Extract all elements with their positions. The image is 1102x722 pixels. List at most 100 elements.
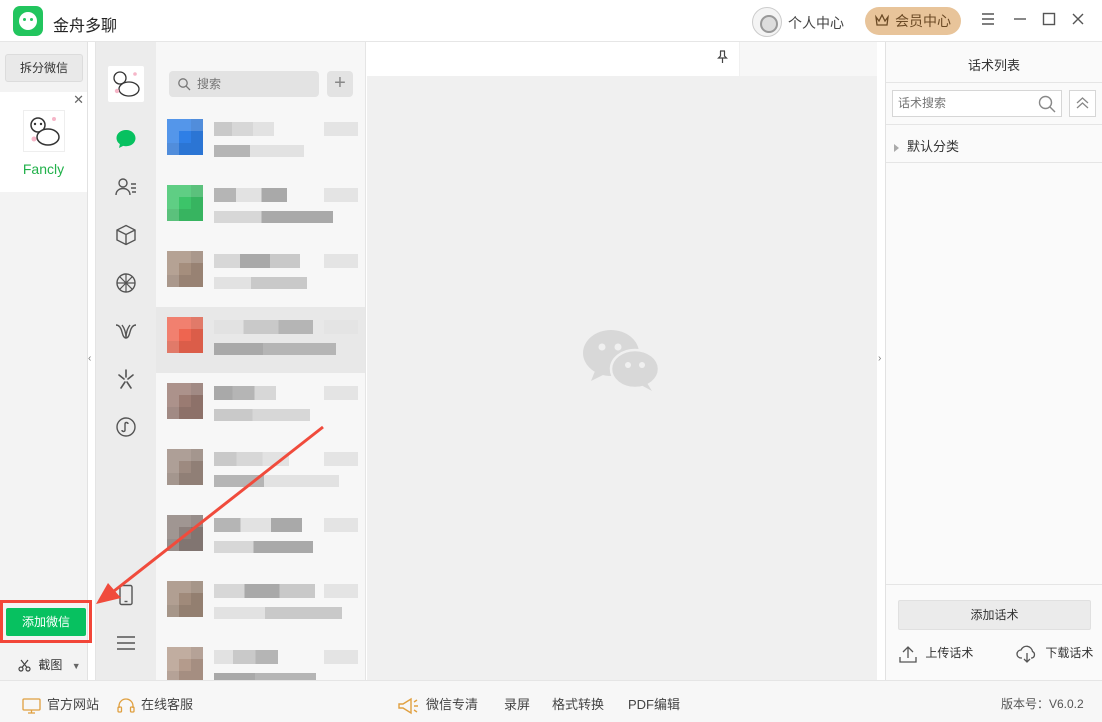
chat-name-blurred (214, 584, 315, 598)
account-avatar (23, 110, 65, 152)
moments-icon[interactable] (114, 271, 138, 295)
pin-icon[interactable] (717, 50, 728, 66)
record-link[interactable]: 录屏 (504, 694, 530, 713)
chat-list-item[interactable] (156, 241, 365, 307)
chat-time-blurred (324, 650, 358, 664)
chevron-down-icon[interactable]: ▼ (72, 661, 81, 671)
chat-name-blurred (214, 452, 289, 466)
account-sidebar: 拆分微信 ✕ Fancly 添加微信 截图 ▼ (0, 42, 92, 680)
more-menu-icon[interactable] (114, 631, 138, 655)
contacts-icon[interactable] (114, 175, 138, 199)
chat-list-item[interactable] (156, 373, 365, 439)
chat-preview-blurred (214, 673, 316, 680)
search-input[interactable] (197, 75, 312, 93)
online-service-link[interactable]: 在线客服 (117, 694, 193, 714)
wechat-clean-link[interactable]: 微信专清 (396, 694, 478, 715)
download-script-button[interactable]: 下载话术 (1016, 644, 1093, 663)
chat-preview-blurred (214, 607, 342, 619)
script-list-title: 话术列表 (967, 58, 1020, 73)
upload-script-label: 上传话术 (925, 646, 974, 660)
search-icon[interactable] (1038, 95, 1056, 113)
collapse-right-handle[interactable]: › (878, 353, 881, 364)
divider (886, 162, 1102, 163)
chat-list-item[interactable] (156, 439, 365, 505)
collapse-left-handle[interactable]: ‹ (88, 353, 91, 364)
split-wechat-button[interactable]: 拆分微信 (5, 54, 83, 82)
megaphone-icon (398, 697, 418, 714)
chat-preview-blurred (214, 343, 336, 355)
chat-avatar (167, 383, 203, 419)
chat-time-blurred (324, 452, 358, 466)
chat-preview-blurred (214, 475, 339, 487)
version-label: 版本号：V6.0.2 (1001, 697, 1084, 711)
chat-name-blurred (214, 122, 274, 136)
chat-preview-blurred (214, 541, 313, 553)
status-bar: 官方网站 在线客服 微信专清 录屏 格式转换 PDF编辑 版本号：V6.0.2 (0, 680, 1102, 722)
chat-list-item[interactable] (156, 505, 365, 571)
add-chat-button[interactable]: + (327, 71, 353, 97)
upload-icon (899, 645, 917, 663)
add-wechat-highlight: 添加微信 (0, 600, 92, 643)
maximize-icon[interactable] (1040, 12, 1058, 30)
discover-icon[interactable] (114, 367, 138, 391)
screenshot-button[interactable]: 截图 ▼ (18, 656, 81, 673)
personal-center-link[interactable]: 个人中心 (788, 13, 844, 33)
chat-list-item[interactable] (156, 175, 365, 241)
phone-icon[interactable] (114, 583, 138, 607)
chat-time-blurred (324, 386, 358, 400)
chat-avatar (167, 515, 203, 551)
chat-avatar (167, 185, 203, 221)
chat-avatar (167, 581, 203, 617)
user-avatar[interactable] (752, 7, 782, 37)
chat-preview-blurred (214, 409, 310, 421)
chat-list-item[interactable] (156, 571, 365, 637)
divider (886, 124, 1102, 125)
chat-name-blurred (214, 254, 300, 268)
chat-name-blurred (214, 518, 302, 532)
scissors-icon (18, 659, 31, 672)
search-box[interactable] (169, 71, 319, 97)
chat-list-item[interactable] (156, 109, 365, 175)
chat-list-item[interactable] (156, 637, 365, 680)
add-wechat-button[interactable]: 添加微信 (6, 608, 86, 636)
chat-list-item[interactable] (156, 307, 365, 373)
minimize-icon[interactable] (1011, 12, 1029, 30)
account-card[interactable]: ✕ Fancly (0, 92, 87, 192)
hamburger-icon[interactable] (979, 12, 997, 30)
format-convert-link[interactable]: 格式转换 (552, 694, 604, 713)
chat-avatar (167, 449, 203, 485)
chat-list: + (156, 42, 366, 680)
account-close-icon[interactable]: ✕ (73, 92, 84, 108)
expand-arrow-icon (894, 143, 899, 152)
chat-top-bar (367, 42, 739, 76)
chat-top-bar-right (740, 42, 877, 76)
mini-program-icon[interactable] (114, 415, 138, 439)
script-search-input[interactable] (898, 96, 1028, 110)
category-label: 默认分类 (907, 139, 960, 154)
title-bar: 金舟多聊 个人中心 会员中心 (0, 0, 1102, 42)
chat-preview-blurred (214, 145, 304, 157)
add-script-button[interactable]: 添加话术 (898, 600, 1091, 630)
pdf-edit-link[interactable]: PDF编辑 (628, 694, 680, 713)
member-center-button[interactable]: 会员中心 (865, 7, 961, 35)
close-icon[interactable] (1069, 12, 1087, 30)
script-search-box[interactable] (892, 90, 1062, 117)
official-website-link[interactable]: 官方网站 (22, 694, 99, 714)
category-default[interactable]: 默认分类 (894, 136, 959, 155)
upload-script-button[interactable]: 上传话术 (898, 644, 973, 663)
chat-name-blurred (214, 386, 276, 400)
favorites-icon[interactable] (114, 223, 138, 247)
crown-icon (875, 14, 889, 26)
nav-avatar[interactable] (108, 66, 144, 102)
cloud-download-icon (1016, 645, 1036, 663)
download-script-label: 下载话术 (1045, 646, 1094, 660)
chat-time-blurred (324, 188, 358, 202)
wechat-logo-icon (583, 330, 661, 391)
chat-icon[interactable] (114, 127, 138, 151)
screenshot-label: 截图 (38, 658, 63, 672)
collapse-up-button[interactable] (1069, 90, 1096, 117)
channels-icon[interactable] (114, 319, 138, 343)
chat-time-blurred (324, 584, 358, 598)
chat-area (367, 42, 877, 680)
chat-name-blurred (214, 650, 278, 664)
